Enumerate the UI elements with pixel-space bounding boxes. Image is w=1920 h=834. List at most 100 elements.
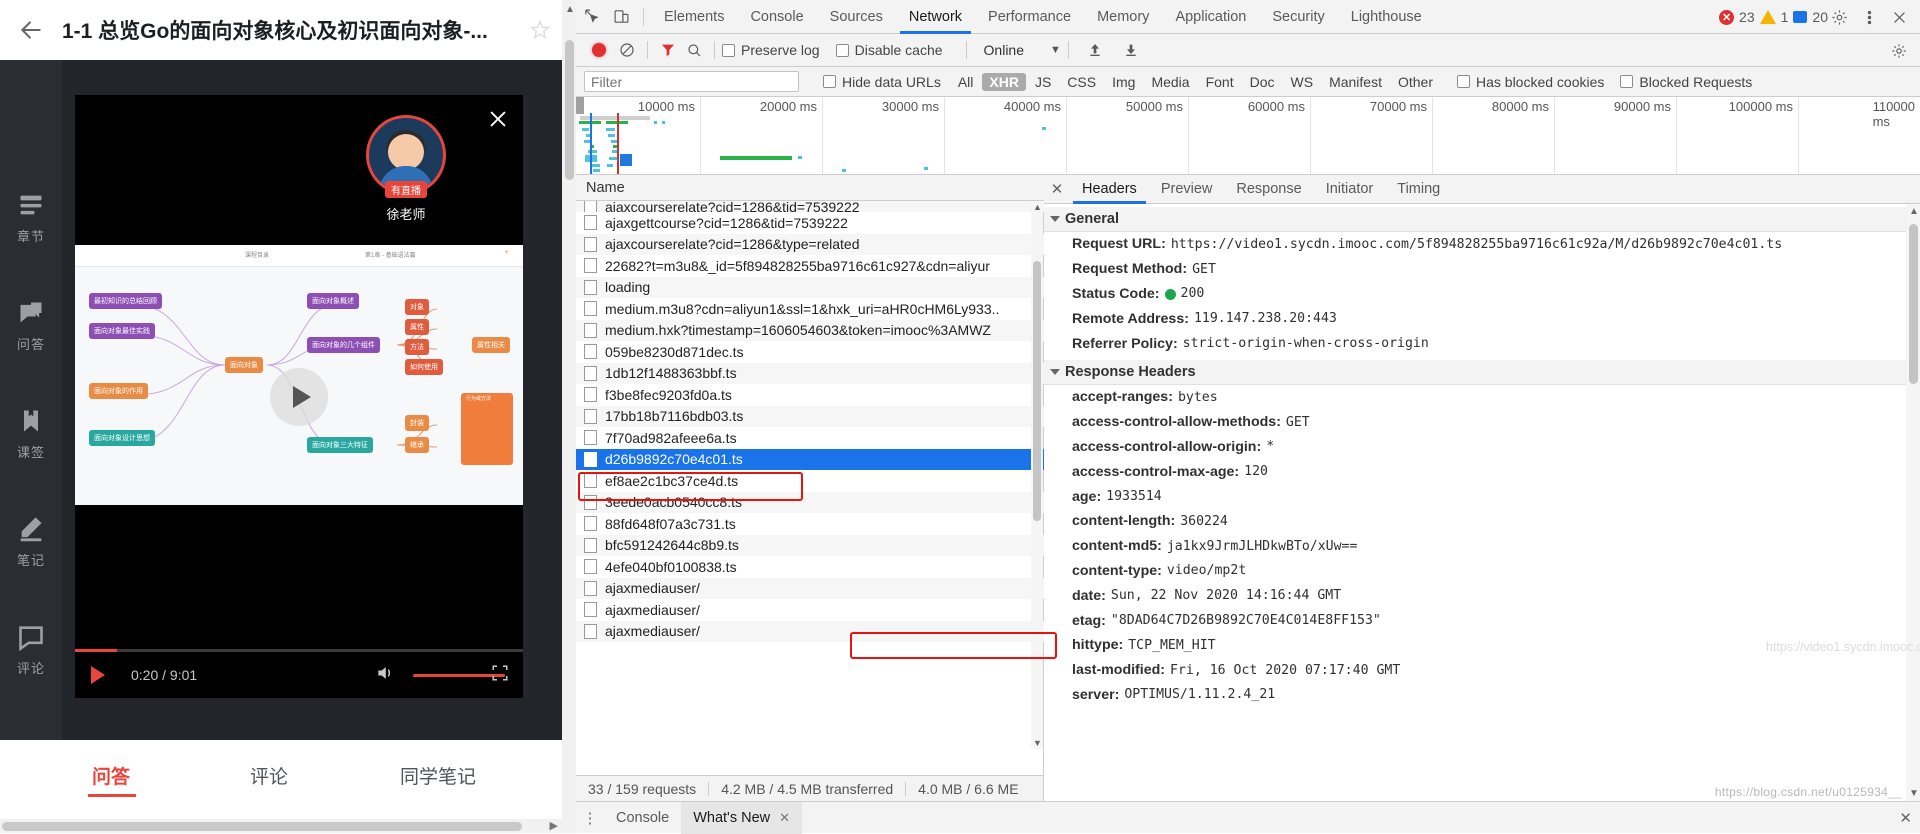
table-row[interactable]: loading — [576, 276, 1044, 298]
tab-initiator[interactable]: Initiator — [1314, 175, 1386, 204]
section-response-headers[interactable]: Response Headers — [1044, 359, 1906, 385]
sidebar-item-chapters[interactable]: 章节 — [0, 190, 62, 298]
filter-type-media[interactable]: Media — [1144, 73, 1196, 91]
filter-type-ws[interactable]: WS — [1284, 73, 1321, 91]
throttling-select[interactable]: Online — [984, 42, 1024, 58]
chevron-down-icon[interactable]: ▼ — [1033, 738, 1042, 748]
star-icon[interactable] — [529, 19, 551, 40]
filter-type-manifest[interactable]: Manifest — [1322, 73, 1389, 91]
video-player[interactable]: 课程目录 第1章 - 基础语法篇 + 最初知识的总结回顾 面向对象最佳实践 面向… — [75, 95, 523, 698]
filter-type-font[interactable]: Font — [1199, 73, 1241, 91]
tab-qa[interactable]: 问答 — [92, 762, 130, 789]
clear-icon[interactable] — [614, 37, 640, 63]
filter-type-doc[interactable]: Doc — [1243, 73, 1282, 91]
blocked-requests-checkbox[interactable] — [1620, 75, 1634, 88]
scrollbar-thumb[interactable] — [1033, 261, 1041, 521]
has-blocked-cookies-checkbox[interactable] — [1457, 75, 1470, 88]
fullscreen-icon[interactable] — [491, 664, 509, 687]
table-row[interactable]: bfc591242644c8b9.ts — [576, 534, 1044, 556]
tab-timing[interactable]: Timing — [1385, 175, 1452, 204]
table-row[interactable]: 7f70ad982afeee6a.ts — [576, 427, 1044, 449]
tab-network[interactable]: Network — [896, 0, 975, 34]
tab-sources[interactable]: Sources — [817, 0, 896, 34]
filter-type-img[interactable]: Img — [1105, 73, 1142, 91]
tab-comments[interactable]: 评论 — [250, 762, 288, 789]
table-row[interactable]: ajaxmediauser/ — [576, 599, 1044, 621]
device-toolbar-icon[interactable] — [606, 0, 636, 34]
filter-type-js[interactable]: JS — [1028, 73, 1058, 91]
more-vertical-icon[interactable]: ⋮ — [576, 809, 604, 827]
chevron-down-icon[interactable]: ▼ — [1050, 44, 1061, 56]
tab-memory[interactable]: Memory — [1084, 0, 1162, 34]
close-icon[interactable] — [1884, 0, 1914, 34]
table-row[interactable]: ajaxcourserelate?cid=1286&type=related — [576, 233, 1044, 255]
table-row[interactable]: 17bb18b7116bdb03.ts — [576, 405, 1044, 427]
drawer-tab-console[interactable]: Console — [604, 802, 681, 834]
play-button-large[interactable] — [270, 367, 328, 426]
filter-type-all[interactable]: All — [951, 73, 981, 91]
gear-icon[interactable] — [1824, 0, 1854, 34]
vertical-scrollbar[interactable]: ▲ — [562, 0, 576, 833]
tab-preview[interactable]: Preview — [1149, 175, 1225, 204]
sidebar-item-bookmark[interactable]: 课签 — [0, 406, 62, 514]
table-row[interactable]: ajaxmediauser/ — [576, 620, 1044, 642]
close-icon[interactable]: ✕ — [779, 802, 790, 834]
filter-funnel-icon[interactable] — [655, 37, 681, 63]
filter-type-xhr[interactable]: XHR — [982, 72, 1026, 91]
chevron-up-icon[interactable]: ▲ — [1909, 206, 1919, 217]
table-row[interactable]: 22682?t=m3u8&_id=5f894828255ba9716c61c92… — [576, 255, 1044, 277]
tab-response[interactable]: Response — [1224, 175, 1313, 204]
scrollbar-thumb[interactable] — [1909, 224, 1918, 384]
table-row-selected[interactable]: d26b9892c70e4c01.ts — [576, 448, 1044, 470]
preserve-log-checkbox[interactable] — [722, 43, 735, 57]
tab-lighthouse[interactable]: Lighthouse — [1338, 0, 1435, 34]
sidebar-item-qa[interactable]: 问答 — [0, 298, 62, 406]
close-icon[interactable]: ✕ — [1044, 175, 1070, 204]
table-row[interactable]: ef8ae2c1bc37ce4d.ts — [576, 470, 1044, 492]
network-settings-gear-icon[interactable] — [1886, 38, 1912, 64]
request-rows[interactable]: ajaxcourserelate?cid=1286&tid=7539222 aj… — [576, 201, 1044, 749]
sidebar-item-notes[interactable]: 笔记 — [0, 514, 62, 622]
tab-headers[interactable]: Headers — [1070, 175, 1149, 204]
filter-type-other[interactable]: Other — [1391, 73, 1440, 91]
request-list-scrollbar[interactable]: ▲ ▼ — [1031, 201, 1043, 749]
network-overview-timeline[interactable]: 10000 ms 20000 ms 30000 ms 40000 ms 5000… — [576, 97, 1920, 175]
tab-elements[interactable]: Elements — [651, 0, 737, 34]
chevron-up-icon[interactable]: ▲ — [1033, 202, 1042, 212]
tab-performance[interactable]: Performance — [975, 0, 1084, 34]
sidebar-item-comments[interactable]: 评论 — [0, 622, 62, 730]
chevron-right-icon[interactable]: ▶ — [550, 819, 558, 832]
filter-input[interactable] — [584, 71, 799, 92]
close-icon[interactable]: ✕ — [1899, 809, 1912, 827]
volume-icon[interactable] — [375, 663, 395, 688]
table-row[interactable]: f3be8fec9203fd0a.ts — [576, 384, 1044, 406]
back-arrow-icon[interactable] — [0, 0, 62, 60]
table-row[interactable]: ajaxmediauser/ — [576, 577, 1044, 599]
table-row[interactable]: 3eede0acb0540cc8.ts — [576, 491, 1044, 513]
progress-bar[interactable] — [75, 649, 523, 652]
tab-application[interactable]: Application — [1162, 0, 1259, 34]
table-row[interactable]: medium.m3u8?cdn=aliyun1&ssl=1&hxk_uri=aH… — [576, 298, 1044, 320]
inspect-element-icon[interactable] — [576, 0, 606, 34]
record-button-icon[interactable] — [592, 43, 606, 57]
chevron-up-icon[interactable]: ▲ — [565, 4, 575, 15]
section-general[interactable]: General — [1044, 207, 1906, 232]
table-row[interactable]: 88fd648f07a3c731.ts — [576, 513, 1044, 535]
tab-classmate-notes[interactable]: 同学笔记 — [400, 762, 476, 789]
filter-type-css[interactable]: CSS — [1060, 73, 1103, 91]
table-row[interactable]: ajaxcourserelate?cid=1286&tid=7539222 — [576, 201, 1044, 212]
close-icon[interactable] — [487, 108, 509, 130]
console-status-counts[interactable]: ✕ 23 1 20 — [1719, 0, 1828, 34]
table-row[interactable]: 4efe040bf0100838.ts — [576, 556, 1044, 578]
details-scrollbar[interactable]: ▲ ▼ — [1906, 204, 1920, 801]
play-icon[interactable] — [91, 666, 105, 684]
scrollbar-thumb[interactable] — [2, 822, 522, 831]
header-value[interactable]: https://video1.sycdn.imooc.com/5f8948282… — [1171, 237, 1782, 252]
download-arrow-icon[interactable] — [1118, 37, 1144, 63]
table-row[interactable]: 059be8230d871dec.ts — [576, 341, 1044, 363]
more-vertical-icon[interactable] — [1854, 0, 1884, 34]
horizontal-scrollbar[interactable]: ▶ — [0, 819, 562, 833]
table-row[interactable]: ajaxgettcourse?cid=1286&tid=7539222 — [576, 212, 1044, 234]
search-icon[interactable] — [681, 37, 707, 63]
hide-data-urls-checkbox[interactable] — [823, 75, 836, 88]
